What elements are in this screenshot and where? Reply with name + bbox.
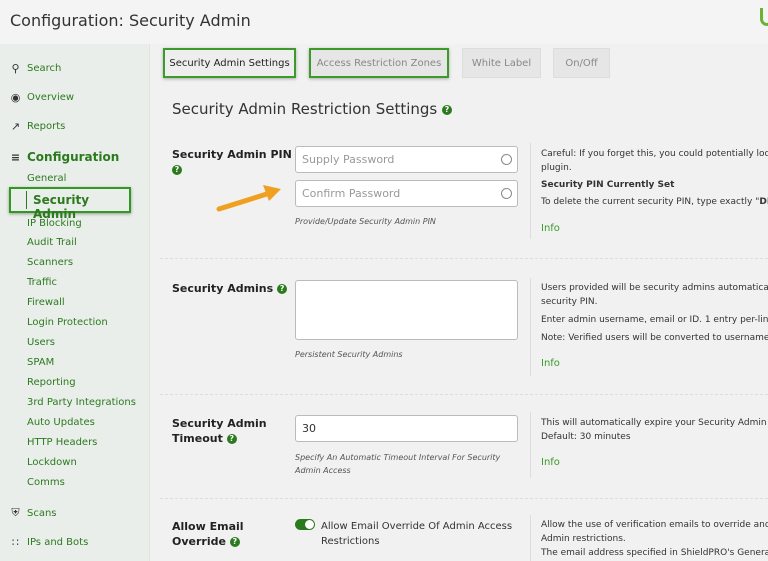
sidebar-item-ips-bots[interactable]: ∷ IPs and Bots xyxy=(10,536,88,549)
text: Timeout xyxy=(172,432,223,445)
eye-icon[interactable] xyxy=(501,188,512,199)
tab-access-restriction-zones[interactable]: Access Restriction Zones xyxy=(309,48,449,78)
sidebar-sub-traffic[interactable]: Traffic xyxy=(27,277,57,288)
shield-icon: ⛨ xyxy=(11,506,20,519)
shield-logo-icon xyxy=(760,8,768,26)
help-icon[interactable]: ? xyxy=(226,434,237,444)
network-icon: ∷ xyxy=(12,536,19,549)
sidebar-item-reports[interactable]: ↗ Reports xyxy=(10,120,65,133)
sidebar-sub-lockdown[interactable]: Lockdown xyxy=(27,457,77,468)
section-heading: Security Admin Restriction Settings ? xyxy=(172,100,452,118)
sidebar-sub-ip-blocking[interactable]: IP Blocking xyxy=(27,218,82,229)
text: Security Admin xyxy=(172,417,267,430)
divider xyxy=(530,515,531,561)
pin-desc: Careful: If you forget this, you could p… xyxy=(541,149,768,159)
email-label: Allow Email Override ? xyxy=(172,519,244,549)
text: Override xyxy=(172,535,226,548)
sidebar-sub-login-protection[interactable]: Login Protection xyxy=(27,317,108,328)
admins-info-link[interactable]: Info xyxy=(541,358,560,369)
sidebar-item-configuration[interactable]: ≡ Configuration xyxy=(10,150,119,164)
label: Search xyxy=(27,63,62,74)
admins-desc: Users provided will be security admins a… xyxy=(541,283,768,293)
admins-help: Persistent Security Admins xyxy=(295,350,403,359)
toggle-label: Allow Email Override Of Admin Access Res… xyxy=(321,521,513,547)
admins-desc: Enter admin username, email or ID. 1 ent… xyxy=(541,315,768,325)
sidebar-sub-comms[interactable]: Comms xyxy=(27,477,65,488)
sidebar-sub-auto-updates[interactable]: Auto Updates xyxy=(27,417,95,428)
timeout-input[interactable]: 30 xyxy=(295,415,518,442)
email-desc: Allow the use of verification emails to … xyxy=(541,520,768,530)
sidebar-sub-general[interactable]: General xyxy=(27,173,66,184)
chart-icon: ↗ xyxy=(10,120,21,133)
confirm-password-input[interactable]: Confirm Password xyxy=(295,180,518,207)
sidebar-item-search[interactable]: ⚲ Search xyxy=(10,62,61,75)
email-desc: Admin restrictions. xyxy=(541,534,626,544)
pin-desc: plugin. xyxy=(541,163,572,173)
timeout-help: Specify An Automatic Timeout Interval Fo… xyxy=(295,453,501,475)
sidebar-sub-scanners[interactable]: Scanners xyxy=(27,257,73,268)
supply-password-input[interactable]: Supply Password xyxy=(295,146,518,173)
sidebar-sub-firewall[interactable]: Firewall xyxy=(27,297,65,308)
eye-icon[interactable] xyxy=(501,154,512,165)
row-divider xyxy=(160,258,768,259)
placeholder: Supply Password xyxy=(302,153,395,166)
help-icon[interactable]: ? xyxy=(442,104,452,115)
sidebar-sub-security-admin[interactable]: Security Admin xyxy=(9,187,131,221)
pin-help: Provide/Update Security Admin PIN xyxy=(295,217,436,226)
page-title: Configuration: Security Admin xyxy=(10,11,251,30)
divider xyxy=(530,143,531,239)
tab-on-off[interactable]: On/Off xyxy=(553,48,610,78)
binoculars-icon: ◉ xyxy=(10,91,21,104)
timeout-info-link[interactable]: Info xyxy=(541,457,560,468)
label: Configuration xyxy=(27,150,120,164)
timeout-desc: Default: 30 minutes xyxy=(541,432,631,442)
heading-text: Security Admin Restriction Settings xyxy=(172,100,438,118)
help-icon[interactable]: ? xyxy=(229,537,240,547)
label: Overview xyxy=(27,92,75,103)
help-icon[interactable]: ? xyxy=(277,284,288,294)
divider xyxy=(530,412,531,478)
text: To delete the current security PIN, type… xyxy=(541,197,760,207)
row-divider xyxy=(160,498,768,499)
email-override-toggle[interactable] xyxy=(295,519,315,530)
divider xyxy=(530,278,531,376)
email-desc: The email address specified in ShieldPRO… xyxy=(541,548,768,558)
security-admins-textarea[interactable] xyxy=(295,280,518,340)
help-icon[interactable]: ? xyxy=(172,165,182,175)
label: Scans xyxy=(27,507,57,519)
pin-desc: To delete the current security PIN, type… xyxy=(541,195,768,209)
sidebar-sub-reporting[interactable]: Reporting xyxy=(27,377,76,388)
tab-security-admin-settings[interactable]: Security Admin Settings xyxy=(163,48,296,78)
sidebar-sub-3rd-party[interactable]: 3rd Party Integrations xyxy=(27,397,136,408)
sidebar-sub-audit-trail[interactable]: Audit Trail xyxy=(27,237,77,248)
text: DELE xyxy=(759,197,768,207)
timeout-label: Security Admin Timeout ? xyxy=(172,416,267,446)
timeout-desc: This will automatically expire your Secu… xyxy=(541,418,768,428)
arrow-annotation-icon xyxy=(216,185,281,212)
admins-desc: security PIN. xyxy=(541,297,598,307)
pin-info-link[interactable]: Info xyxy=(541,223,560,234)
search-icon: ⚲ xyxy=(11,62,20,75)
sidebar-sub-spam[interactable]: SPAM xyxy=(27,357,54,368)
header: Configuration: Security Admin xyxy=(0,0,768,44)
sidebar-sub-users[interactable]: Users xyxy=(27,337,55,348)
sidebar-sub-http-headers[interactable]: HTTP Headers xyxy=(27,437,97,448)
text: Security Admins xyxy=(172,282,274,295)
row-divider xyxy=(160,394,768,395)
label: Reports xyxy=(27,121,66,132)
placeholder: Confirm Password xyxy=(302,187,401,200)
sliders-icon: ≡ xyxy=(10,150,21,164)
pin-status: Security PIN Currently Set xyxy=(541,180,675,190)
text: Security Admin PIN xyxy=(172,148,292,161)
text: Allow Email xyxy=(172,520,244,533)
label: IPs and Bots xyxy=(27,537,89,548)
admins-label: Security Admins ? xyxy=(172,281,288,296)
pin-label: Security Admin PIN? xyxy=(172,147,292,177)
sidebar-item-overview[interactable]: ◉ Overview xyxy=(10,91,74,104)
admins-desc: Note: Verified users will be converted t… xyxy=(541,333,768,343)
tab-white-label[interactable]: White Label xyxy=(462,48,541,78)
sidebar-item-scans[interactable]: ⛨ Scans xyxy=(10,506,57,520)
